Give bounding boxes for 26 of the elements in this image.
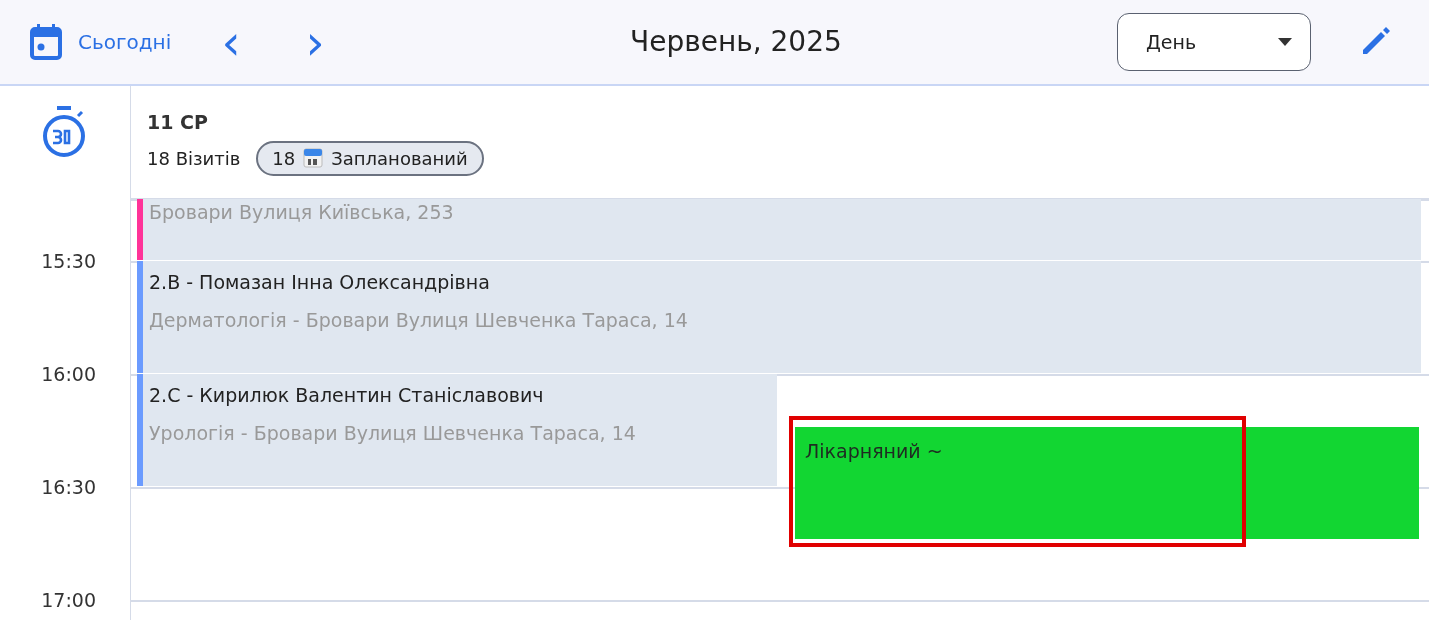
appointment-card[interactable]: 2.В - Помазан Інна Олександрівна Дерматологія - Бровари Вулиця Шевченка Тараса, 14 [137, 261, 1421, 374]
event-subtitle: Бровари Вулиця Київська, 253 [149, 201, 455, 225]
event-title: 2.С - Кирилюк Валентин Станіславович [149, 384, 545, 408]
calendar-icon[interactable] [30, 24, 62, 60]
caret-icon [1278, 38, 1292, 46]
today-button[interactable]: Сьогодні [78, 27, 172, 57]
time-label: 15:30 [41, 248, 96, 274]
calendar-icon [303, 148, 324, 168]
event-subtitle: Дерматологія - Бровари Вулиця Шевченка Тараса, 14 [149, 308, 689, 333]
month-title: Червень, 2025 [630, 24, 842, 60]
event-title: 2.В - Помазан Інна Олександрівна [149, 271, 491, 295]
absence-title: Лікарняний ~ [805, 439, 944, 464]
time-label: 16:00 [41, 361, 96, 387]
day-label: 11 СР [147, 110, 209, 135]
status-chip[interactable]: 18 Запланований [256, 140, 484, 176]
appointment-card[interactable]: 2.С - Кирилюк Валентин Станіславович Урологія - Бровари Вулиця Шевченка Тараса, 14 [137, 374, 777, 487]
chip-count: 18 [272, 146, 296, 171]
chip-label: Запланований [331, 146, 468, 171]
previous-button[interactable]: ‹ [211, 18, 252, 66]
absence-block[interactable]: Лікарняний ~ [795, 427, 1419, 539]
time-label: 17:00 [41, 587, 96, 613]
time-label: 16:30 [41, 474, 96, 500]
event-subtitle: Урологія - Бровари Вулиця Шевченка Тараса, 14 [149, 421, 637, 446]
next-button[interactable]: › [295, 18, 336, 66]
view-dropdown[interactable]: День [1117, 13, 1311, 71]
visits-count: 18 Візитів [147, 146, 241, 171]
